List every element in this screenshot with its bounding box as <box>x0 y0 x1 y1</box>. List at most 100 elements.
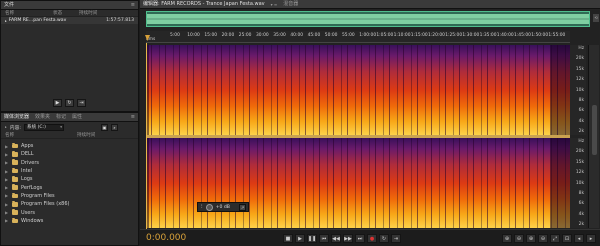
move-playhead-to-previous-button[interactable]: ⏮ <box>319 234 329 243</box>
volume-hud[interactable]: ⁝ +0 dB ↗ <box>197 202 249 212</box>
col-status[interactable]: 状态 <box>53 10 79 16</box>
hz-label: 15k <box>575 159 584 165</box>
scroll-thumb[interactable] <box>591 105 597 155</box>
ruler-tick-label: 1:20:00 <box>428 33 445 38</box>
overview-wave-shape <box>147 14 589 24</box>
tab-media-browser[interactable]: 媒体浏览器 <box>4 113 29 122</box>
loop-icon[interactable]: ↻ <box>65 99 74 107</box>
folder-view-icon[interactable]: ▣ <box>100 123 108 131</box>
zoom-icon[interactable]: ⟲ <box>593 14 599 22</box>
expand-icon[interactable]: ▸ <box>5 19 7 23</box>
move-playhead-to-next-button[interactable]: ⏭ <box>355 234 365 243</box>
overview-waveform[interactable] <box>146 11 590 27</box>
expand-icon[interactable]: ▶ <box>5 169 9 174</box>
folder-item[interactable]: ▶ PerfLogs <box>5 183 138 191</box>
zoom-right-icon[interactable]: ▸ <box>586 234 596 243</box>
spectrogram-channel-left[interactable] <box>146 45 570 135</box>
expand-icon[interactable]: ▶ <box>5 185 9 190</box>
pause-button[interactable]: ❚❚ <box>307 234 317 243</box>
folder-item[interactable]: ▶ Users <box>5 208 138 216</box>
zoom-in-selection-icon[interactable]: ⊡ <box>562 234 572 243</box>
search-icon[interactable]: ⌕ <box>110 123 118 131</box>
ruler-tick-label: 5:00 <box>170 33 180 38</box>
playhead-line <box>146 43 147 229</box>
tab-properties[interactable]: 属性 <box>72 113 82 122</box>
hz-label: 4k <box>578 118 584 124</box>
col-name[interactable]: 名称 <box>5 10 53 16</box>
col-duration[interactable]: 持续时间 <box>77 132 95 138</box>
dropdown-icon[interactable]: ▾ ≡ <box>271 0 278 9</box>
hz-label: 15k <box>575 66 584 72</box>
folder-name: Program Files <box>21 192 55 199</box>
zoom-in-amplitude-icon[interactable]: ⊕ <box>502 234 512 243</box>
files-panel-header: 文件 ≡ <box>1 1 138 10</box>
contents-select-value: 系统 (C:) <box>26 125 46 130</box>
volume-knob-icon[interactable] <box>205 203 213 211</box>
ruler-tick-label: 55:00 <box>342 33 355 38</box>
chevron-right-icon[interactable]: ▸ <box>5 125 7 129</box>
zoom-out-amplitude-icon[interactable]: ⊖ <box>514 234 524 243</box>
expand-icon[interactable]: ▶ <box>5 177 9 182</box>
expand-icon[interactable]: ▶ <box>5 160 9 165</box>
expand-icon[interactable]: ▶ <box>5 210 9 215</box>
transport-bar: 0:00.000 ■ ▶ ❚❚ ⏮ ◀◀ ▶▶ ⏭ ● ↻ ⇥ ⊕ ⊖ ⊕ ⊖ … <box>140 229 600 246</box>
files-toolbar: ▶ ↻ ⇥ <box>53 99 86 107</box>
folder-item[interactable]: ▶ Drivers <box>5 159 138 167</box>
hud-grip-icon: ⁝ <box>201 204 203 210</box>
expand-icon[interactable]: ▶ <box>5 144 9 149</box>
loop-playback-button[interactable]: ↻ <box>379 234 389 243</box>
tab-effects[interactable]: 效果夹 <box>35 113 50 122</box>
file-row[interactable]: ▸ FARM RE...pan Festa.wav 1:57:57.813 <box>1 17 138 24</box>
tab-markers[interactable]: 标记 <box>56 113 66 122</box>
media-browser-panel: 媒体浏览器 效果夹 标记 属性 ≡ ▸ 内容: 系统 (C:) ▾ ▣ ⌕ 名称… <box>0 112 139 246</box>
panel-menu-icon[interactable]: ≡ <box>131 114 135 120</box>
col-name[interactable]: 名称 <box>5 132 77 138</box>
folder-item[interactable]: ▶ Intel <box>5 167 138 175</box>
folder-icon <box>12 167 18 174</box>
zoom-out-full-icon[interactable]: ⤢ <box>550 234 560 243</box>
skip-button[interactable]: ⇥ <box>391 234 401 243</box>
stop-button[interactable]: ■ <box>283 234 293 243</box>
zoom-out-time-icon[interactable]: ⊖ <box>538 234 548 243</box>
pin-icon[interactable]: ↗ <box>239 203 246 211</box>
play-button[interactable]: ▶ <box>295 234 305 243</box>
hz-label: 20k <box>575 149 584 155</box>
hz-label: Hz <box>578 46 584 51</box>
col-duration[interactable]: 持续时间 <box>79 10 97 16</box>
folder-item[interactable]: ▶ Apps <box>5 142 138 150</box>
record-button[interactable]: ● <box>367 234 377 243</box>
hz-label: 2k <box>578 222 584 227</box>
tab-files[interactable]: 文件 <box>4 1 14 10</box>
fast-forward-button[interactable]: ▶▶ <box>343 234 353 243</box>
folder-item[interactable]: ▶ Logs <box>5 175 138 183</box>
expand-icon[interactable]: ▶ <box>5 202 9 207</box>
editor-header: 编辑器: FARM RECORDS - Trance Japan Festa.w… <box>140 0 600 9</box>
expand-icon[interactable]: ▶ <box>5 218 9 223</box>
folder-item[interactable]: ▶ DELL <box>5 150 138 158</box>
autoplay-icon[interactable]: ⇥ <box>77 99 86 107</box>
tab-mixer[interactable]: 混音器 <box>283 0 298 9</box>
vertical-scrollbar[interactable] <box>588 45 599 228</box>
panel-menu-icon[interactable]: ≡ <box>131 2 135 8</box>
zoom-in-time-icon[interactable]: ⊕ <box>526 234 536 243</box>
hz-scale-bottom: Hz 20k 15k 12k 10k 8k 6k 4k 2k <box>570 138 586 228</box>
tab-editor[interactable]: 编辑器: FARM RECORDS - Trance Japan Festa.w… <box>143 0 265 9</box>
zoom-left-icon[interactable]: ◂ <box>574 234 584 243</box>
folder-item[interactable]: ▶ Program Files <box>5 192 138 200</box>
contents-select[interactable]: 系统 (C:) ▾ <box>23 123 64 131</box>
play-file-button[interactable]: ▶ <box>53 99 62 107</box>
ruler-tick-label: 1:00:00 <box>359 33 377 38</box>
rewind-button[interactable]: ◀◀ <box>331 234 341 243</box>
expand-icon[interactable]: ▶ <box>5 193 9 198</box>
files-panel: 文件 ≡ 名称 状态 持续时间 ▸ FARM RE...pan Festa.wa… <box>0 0 139 112</box>
folder-item[interactable]: ▶ Windows <box>5 217 138 225</box>
hz-label: 10k <box>575 180 584 186</box>
folder-list: ▶ Apps ▶ DELL ▶ Drivers ▶ Intel ▶ Logs ▶ PerfLogs ▶ P… <box>1 139 138 225</box>
spectrogram-channel-right[interactable] <box>146 138 570 228</box>
ruler-tick-label: 1:45:00 <box>514 33 531 38</box>
folder-item[interactable]: ▶ Program Files (x86) <box>5 200 138 208</box>
time-ruler[interactable]: hms 5:00 10:00 15:00 20:00 25:00 30:00 35:00 40… <box>145 31 570 43</box>
hz-label: 12k <box>575 170 584 176</box>
hud-db-value: +0 dB <box>215 204 230 210</box>
expand-icon[interactable]: ▶ <box>5 152 9 157</box>
